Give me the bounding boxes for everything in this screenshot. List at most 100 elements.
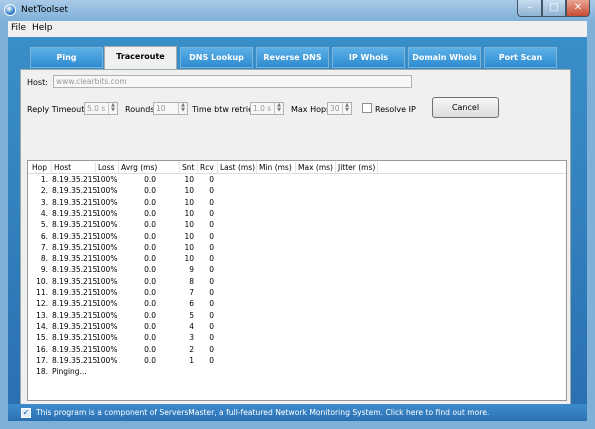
tab-reverse-dns[interactable]: Reverse DNS (256, 47, 329, 68)
max-hops-value: 30 (330, 104, 340, 113)
table-row[interactable]: 1. 8.19.35.215 100% 0.0 10 0 (28, 174, 566, 185)
tab-ping[interactable]: Ping (30, 47, 103, 68)
cell-hop: 5. (40, 220, 48, 230)
title-bar[interactable]: NetToolset – □ ✕ (0, 0, 595, 21)
cell-rcv: 0 (209, 355, 214, 365)
menu-file[interactable]: File (11, 23, 26, 33)
spin-arrows-icon[interactable]: ▲ ▼ (108, 103, 117, 114)
minimize-button[interactable]: – (517, 0, 542, 17)
cell-hop: 2. (40, 186, 48, 196)
cell-hop: 3. (40, 197, 48, 207)
table-row[interactable]: 15. 8.19.35.215 100% 0.0 3 0 (28, 332, 566, 343)
column-header[interactable]: Avrg (ms) (119, 162, 180, 173)
tab-ip-whois[interactable]: IP Whois (332, 47, 405, 68)
maximize-icon: □ (549, 2, 559, 13)
table-row[interactable]: 4. 8.19.35.215 100% 0.0 10 0 (28, 208, 566, 219)
table-row[interactable]: 9. 8.19.35.215 100% 0.0 9 0 (28, 264, 566, 275)
traceroute-panel: Host: www.clearbits.com Reply Timeout: 5… (20, 69, 571, 405)
spin-arrows-icon[interactable]: ▲ ▼ (342, 103, 351, 114)
cell-host: 8.19.35.215 (52, 254, 98, 264)
table-row[interactable]: 16. 8.19.35.215 100% 0.0 2 0 (28, 344, 566, 355)
tab-dns-lookup[interactable]: DNS Lookup (180, 47, 253, 68)
column-header[interactable]: Hop (30, 162, 52, 173)
column-header[interactable]: Rcv (198, 162, 218, 173)
menu-help[interactable]: Help (32, 23, 53, 33)
table-row[interactable]: 7. 8.19.35.215 100% 0.0 10 0 (28, 242, 566, 253)
column-header[interactable]: Snt (180, 162, 198, 173)
maximize-button[interactable]: □ (542, 0, 566, 17)
spin-arrows-icon[interactable]: ▲ ▼ (178, 103, 187, 114)
table-row[interactable]: 14. 8.19.35.215 100% 0.0 4 0 (28, 321, 566, 332)
reply-timeout-stepper[interactable]: 5.0 s ▲ ▼ (84, 102, 118, 115)
tab-domain-whois[interactable]: Domain Whois (408, 47, 481, 68)
cell-rcv: 0 (209, 197, 214, 207)
cell-avg: 0.0 (144, 231, 156, 241)
column-header[interactable]: Host (52, 162, 96, 173)
close-icon: ✕ (573, 2, 583, 13)
table-row[interactable]: 6. 8.19.35.215 100% 0.0 10 0 (28, 231, 566, 242)
table-row[interactable]: 8. 8.19.35.215 100% 0.0 10 0 (28, 253, 566, 264)
cell-loss: 100% (96, 288, 118, 297)
table-row[interactable]: 13. 8.19.35.215 100% 0.0 5 0 (28, 310, 566, 321)
cell-loss: 100% (96, 265, 118, 275)
cell-hop: 18. (36, 367, 48, 377)
column-header[interactable]: Jitter (ms) (336, 162, 378, 173)
table-row[interactable]: 11. 8.19.35.215 100% 0.0 7 0 (28, 287, 566, 298)
table-row[interactable]: 3. 8.19.35.215 100% 0.0 10 0 (28, 197, 566, 208)
table-row[interactable]: 18. Pinging... (28, 366, 566, 377)
results-table[interactable]: Hop Host Loss Avrg (ms) Snt Rcv Last (ms) Min (… (27, 160, 567, 401)
table-row[interactable]: 12. 8.19.35.215 100% 0.0 6 0 (28, 298, 566, 309)
table-row[interactable]: 10. 8.19.35.215 100% 0.0 8 0 (28, 276, 566, 287)
host-input[interactable]: www.clearbits.com (53, 75, 412, 88)
promo-bar[interactable]: ✓ This program is a component of Servers… (8, 404, 587, 421)
cell-rcv: 0 (209, 288, 214, 297)
cell-host: 8.19.35.215 (52, 299, 98, 309)
reply-timeout-label: Reply Timeout: (27, 105, 88, 114)
column-header[interactable]: Max (ms) (296, 162, 336, 173)
cell-host: 8.19.35.215 (52, 276, 98, 286)
close-button[interactable]: ✕ (566, 0, 590, 17)
spin-arrows-icon[interactable]: ▲ ▼ (274, 103, 283, 114)
cell-rcv: 0 (209, 310, 214, 320)
cell-rcv: 0 (209, 231, 214, 241)
max-hops-stepper[interactable]: 30 ▲ ▼ (327, 102, 352, 115)
cell-host: 8.19.35.215 (52, 242, 98, 252)
column-header[interactable]: Loss (96, 162, 119, 173)
cell-host: 8.19.35.215 (52, 265, 98, 275)
cell-avg: 0.0 (144, 242, 156, 252)
table-row[interactable]: 17. 8.19.35.215 100% 0.0 1 0 (28, 355, 566, 366)
cell-rcv: 0 (209, 208, 214, 218)
cell-hop: 14. (36, 321, 48, 331)
cell-hop: 17. (36, 355, 48, 365)
column-header[interactable]: Last (ms) (218, 162, 257, 173)
cell-rcv: 0 (209, 299, 214, 309)
table-row[interactable]: 5. 8.19.35.215 100% 0.0 10 0 (28, 219, 566, 230)
promo-link[interactable]: This program is a component of ServersMa… (36, 408, 489, 417)
cell-hop: 15. (36, 333, 48, 343)
resolve-ip-checkbox[interactable] (362, 103, 372, 113)
cell-host: 8.19.35.215 (52, 333, 98, 343)
column-header[interactable]: Min (ms) (257, 162, 296, 173)
promo-checkbox[interactable]: ✓ (21, 408, 31, 418)
retries-stepper[interactable]: 1.0 s ▲ ▼ (250, 102, 284, 115)
retries-value: 1.0 s (253, 104, 272, 113)
cell-host: 8.19.35.215 (52, 197, 98, 207)
max-hops-label: Max Hops (291, 105, 331, 114)
resolve-ip-label[interactable]: Resolve IP (375, 105, 416, 114)
table-row[interactable]: 2. 8.19.35.215 100% 0.0 10 0 (28, 185, 566, 196)
cell-hop: 10. (36, 276, 48, 286)
tab-port-scan[interactable]: Port Scan (484, 47, 557, 68)
rounds-stepper[interactable]: 10 ▲ ▼ (153, 102, 188, 115)
globe-icon (4, 4, 16, 16)
cell-loss: 100% (96, 344, 118, 354)
tab-traceroute[interactable]: Traceroute (104, 46, 177, 70)
cell-rcv: 0 (209, 344, 214, 354)
cell-rcv: 0 (209, 186, 214, 196)
cell-hop: 7. (40, 242, 48, 252)
cell-loss: 100% (96, 220, 118, 230)
cancel-button[interactable]: Cancel (432, 97, 499, 118)
cell-rcv: 0 (209, 333, 214, 343)
cell-host: 8.19.35.215 (52, 288, 98, 297)
menu-bar: File Help (8, 21, 587, 37)
cell-loss: 100% (96, 242, 118, 252)
